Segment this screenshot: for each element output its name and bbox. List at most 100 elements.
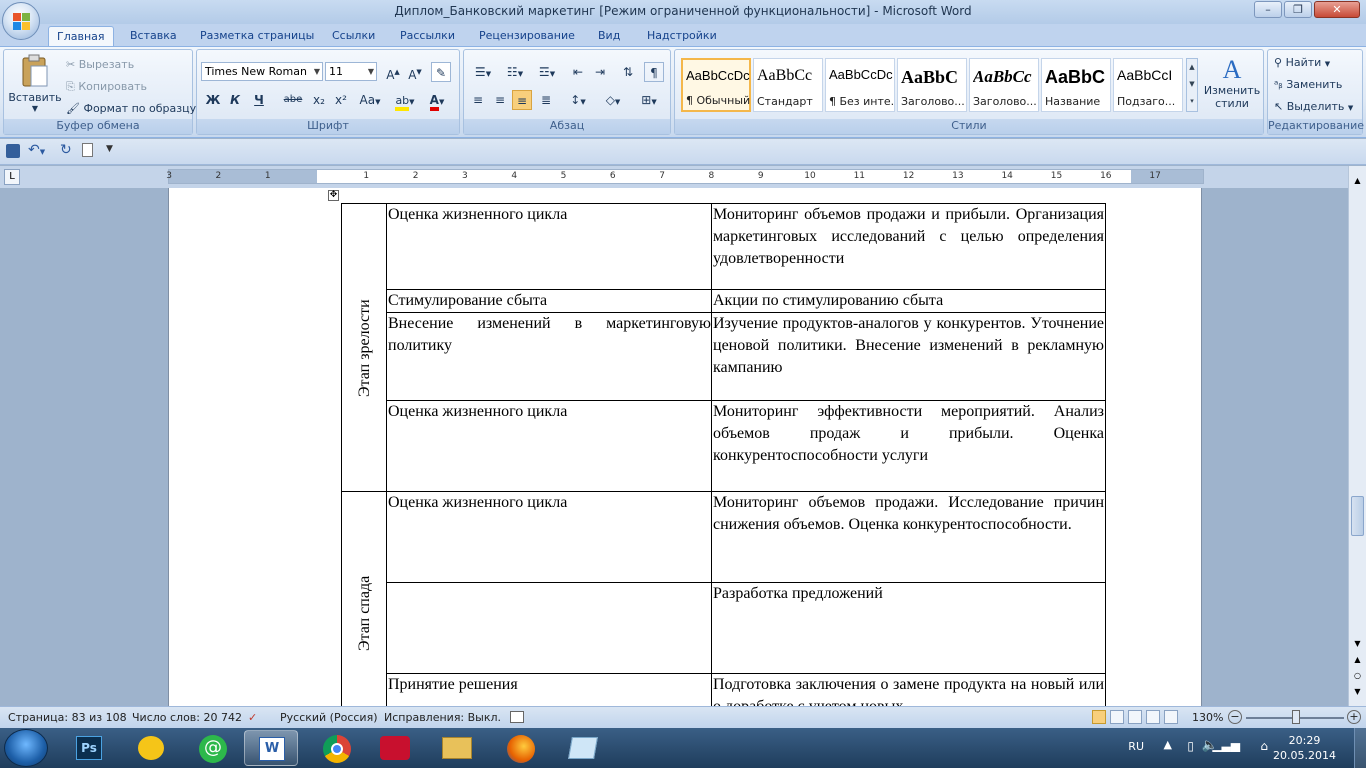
style-standard[interactable]: AaBbCc Стандарт [753, 58, 823, 112]
macro-icon[interactable] [510, 711, 524, 723]
style-subtitle[interactable]: AaBbCcI Подзаго... [1113, 58, 1183, 112]
scroll-thumb[interactable] [1351, 496, 1364, 536]
full-screen-icon[interactable] [1110, 710, 1124, 724]
decrease-indent-icon[interactable]: ⇤ [568, 62, 588, 82]
shrink-font-icon[interactable]: A▼ [405, 62, 425, 82]
chat-app-icon[interactable] [124, 730, 178, 766]
zoom-out-icon[interactable]: − [1228, 710, 1242, 724]
numbering-icon[interactable]: ☷▼ [500, 62, 530, 82]
mail-agent-icon[interactable]: @ [186, 730, 240, 766]
style-heading-2[interactable]: AaBbCc Заголово... [969, 58, 1039, 112]
browse-buttons[interactable]: ▼ ▲ ○ ▼ [1351, 636, 1364, 700]
language[interactable]: Русский (Россия) [280, 711, 378, 724]
shading-icon[interactable]: ◇▼ [598, 90, 628, 110]
tray-arrow-icon[interactable]: ▲ [1164, 738, 1172, 751]
show-desktop-button[interactable] [1354, 728, 1366, 768]
align-left-icon[interactable]: ≡ [468, 90, 488, 110]
photoshop-icon[interactable]: Ps [62, 730, 116, 766]
media-app-icon[interactable] [368, 730, 422, 766]
page-count[interactable]: Страница: 83 из 108 [8, 711, 127, 724]
vertical-scrollbar[interactable]: ▲ ▼ ▲ ○ ▼ [1348, 166, 1366, 706]
device-icon[interactable]: ▯ [1187, 739, 1194, 753]
strikethrough-button[interactable]: abe [283, 90, 303, 110]
find-button[interactable]: ⚲ Найти ▼ [1274, 56, 1330, 69]
style-heading-1[interactable]: AaBbC Заголово... [897, 58, 967, 112]
font-size-combo[interactable]: 11 ▼ [325, 62, 377, 81]
network-icon[interactable]: ⌂ [1260, 739, 1268, 753]
line-spacing-icon[interactable]: ↕▼ [564, 90, 592, 110]
replace-button[interactable]: ᵃᵦ Заменить [1274, 78, 1342, 91]
outline-icon[interactable] [1146, 710, 1160, 724]
save-icon[interactable] [6, 144, 20, 158]
tab-insert[interactable]: Вставка [122, 26, 185, 46]
underline-button[interactable]: Ч [249, 90, 269, 110]
font-name-combo[interactable]: Times New Roman ▼ [201, 62, 323, 81]
tab-addins[interactable]: Надстройки [639, 26, 725, 46]
zoom-level[interactable]: 130% [1192, 711, 1223, 724]
draft-icon[interactable] [1164, 710, 1178, 724]
paste-button[interactable]: Вставить ▼ [8, 54, 62, 114]
tab-selector-icon[interactable]: L [4, 169, 20, 185]
chevron-down-icon: ▼ [31, 104, 39, 113]
tab-review[interactable]: Рецензирование [471, 26, 583, 46]
word-taskbar-icon[interactable]: W [244, 730, 298, 766]
copy-button[interactable]: ⎘ Копировать [66, 80, 147, 94]
tab-view[interactable]: Вид [590, 26, 628, 46]
pilcrow-icon[interactable]: ¶ [644, 62, 664, 82]
style-no-spacing[interactable]: AaBbCcDc¶ Без инте... [825, 58, 895, 112]
bullets-icon[interactable]: ☰▼ [468, 62, 498, 82]
restore-button[interactable]: ❐ [1284, 1, 1312, 18]
superscript-button[interactable]: x² [331, 90, 351, 110]
zoom-slider-thumb[interactable] [1292, 710, 1300, 724]
align-center-icon[interactable]: ≡ [490, 90, 510, 110]
word-count[interactable]: Число слов: 20 742 [132, 711, 242, 724]
office-button[interactable] [2, 2, 40, 40]
customize-toolbar-icon[interactable]: ▼ [106, 144, 113, 154]
scroll-up-icon[interactable]: ▲ [1351, 176, 1364, 186]
change-case-button[interactable]: Aa▼ [357, 90, 383, 110]
style-title[interactable]: AaBbC Название [1041, 58, 1111, 112]
snipping-tool-icon[interactable] [556, 730, 610, 766]
spellcheck-icon[interactable]: ✓ [248, 711, 257, 724]
align-right-icon[interactable]: ≡ [512, 90, 532, 110]
print-layout-icon[interactable] [1092, 710, 1106, 724]
start-button[interactable] [4, 729, 48, 767]
cut-button[interactable]: ✂ Вырезать [66, 58, 134, 71]
increase-indent-icon[interactable]: ⇥ [590, 62, 610, 82]
explorer-icon[interactable] [430, 730, 484, 766]
signal-icon[interactable]: ▁▃▅ [1212, 738, 1240, 752]
font-color-button[interactable]: A▼ [423, 90, 451, 111]
redo-icon[interactable]: ↻ [60, 142, 72, 158]
sort-icon[interactable]: ⇅ [618, 62, 638, 82]
minimize-button[interactable]: – [1254, 1, 1282, 18]
track-changes[interactable]: Исправления: Выкл. [384, 711, 501, 724]
clock[interactable]: 20:29 20.05.2014 [1273, 733, 1336, 763]
undo-icon[interactable]: ↶▼ [28, 142, 45, 158]
input-language[interactable]: RU [1128, 740, 1144, 753]
web-layout-icon[interactable] [1128, 710, 1142, 724]
subscript-button[interactable]: x₂ [309, 90, 329, 110]
table-move-handle-icon[interactable]: ✥ [328, 190, 339, 201]
justify-icon[interactable]: ≣ [536, 90, 556, 110]
bold-button[interactable]: Ж [203, 90, 223, 110]
multilevel-list-icon[interactable]: ☲▼ [532, 62, 562, 82]
style-normal[interactable]: AaBbCcDc ¶ Обычный [681, 58, 751, 112]
italic-button[interactable]: К [225, 90, 245, 110]
zoom-in-icon[interactable]: + [1347, 710, 1361, 724]
tab-references[interactable]: Ссылки [324, 26, 383, 46]
select-button[interactable]: ↖ Выделить ▼ [1274, 100, 1353, 113]
format-painter-button[interactable]: 🖌 Формат по образцу [66, 102, 196, 115]
grow-font-icon[interactable]: A▲ [383, 62, 403, 82]
styles-scroll[interactable]: ▲ ▼ ▾ [1186, 58, 1198, 112]
tab-mailings[interactable]: Рассылки [392, 26, 463, 46]
chrome-icon[interactable] [310, 730, 364, 766]
clear-format-icon[interactable]: ✎ [431, 62, 451, 82]
firefox-icon[interactable] [494, 730, 548, 766]
tab-page-layout[interactable]: Разметка страницы [192, 26, 322, 46]
close-button[interactable]: ✕ [1314, 1, 1360, 18]
change-styles-button[interactable]: A Изменить стили [1203, 56, 1261, 111]
highlight-button[interactable]: ab▼ [391, 90, 419, 111]
borders-icon[interactable]: ⊞▼ [634, 90, 664, 110]
new-document-icon[interactable] [82, 143, 93, 157]
tab-home[interactable]: Главная [48, 26, 114, 46]
